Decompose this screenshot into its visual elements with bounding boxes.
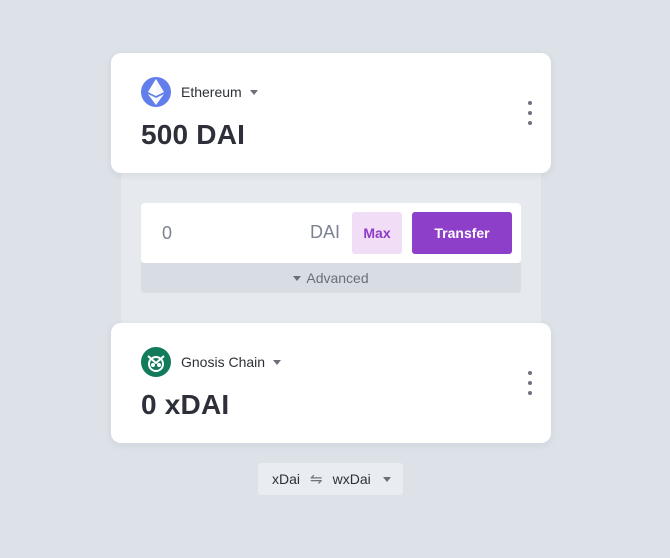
chevron-down-icon <box>273 359 282 365</box>
destination-chain-name: Gnosis Chain <box>181 354 266 370</box>
chevron-down-icon <box>249 89 258 95</box>
source-chain-card: Ethereum 500 DAI <box>111 53 551 173</box>
advanced-label: Advanced <box>306 270 369 286</box>
destination-chain-card: Gnosis Chain 0 xDAI <box>111 323 551 443</box>
caret-down-icon <box>293 275 302 281</box>
source-chain-name: Ethereum <box>181 84 242 100</box>
destination-balance: 0 xDAI <box>141 389 230 420</box>
source-chain-selector[interactable]: Ethereum <box>141 77 258 107</box>
token-left-label: xDai <box>272 471 301 487</box>
gnosis-icon <box>141 347 171 377</box>
source-more-menu-icon[interactable] <box>523 99 537 127</box>
max-button[interactable]: Max <box>352 212 402 254</box>
token-toggle[interactable]: xDai ⇋ wxDai <box>258 463 403 495</box>
swap-arrows-icon: ⇋ <box>310 470 323 488</box>
amount-input[interactable] <box>151 213 301 253</box>
source-balance: 500 DAI <box>141 119 246 150</box>
transfer-button[interactable]: Transfer <box>412 212 512 254</box>
ethereum-icon <box>141 77 171 107</box>
advanced-toggle[interactable]: Advanced <box>141 263 521 293</box>
transfer-form: DAI Max Transfer <box>141 203 521 263</box>
destination-chain-selector[interactable]: Gnosis Chain <box>141 347 282 377</box>
amount-unit: DAI <box>310 222 341 242</box>
chevron-down-icon <box>382 476 391 482</box>
destination-more-menu-icon[interactable] <box>523 369 537 397</box>
token-right-label: wxDai <box>332 471 371 487</box>
